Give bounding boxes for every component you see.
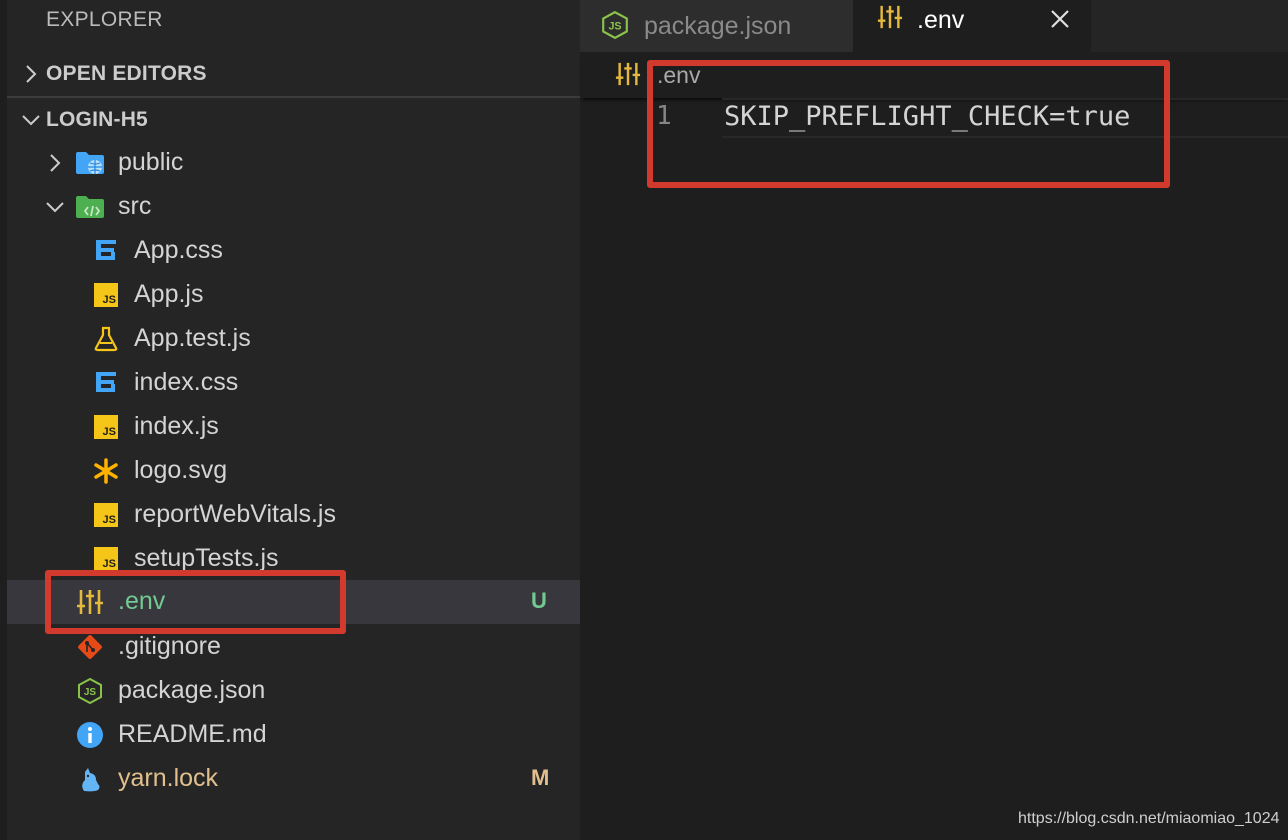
close-icon[interactable]	[1049, 8, 1071, 35]
tree-item-label: index.js	[134, 412, 219, 440]
tree-item-label: logo.svg	[134, 456, 228, 484]
chevron-down-icon	[22, 115, 40, 126]
git-icon	[75, 633, 105, 661]
open-editors-label: OPEN EDITORS	[46, 62, 207, 85]
tree-item-yarn-lock[interactable]: yarn.lock M	[7, 757, 580, 801]
code-line[interactable]: SKIP_PREFLIGHT_CHECK=true	[724, 101, 1130, 132]
js-icon: JS	[91, 545, 121, 573]
project-section-header[interactable]: LOGIN-H5	[7, 98, 580, 142]
tree-item-app-js[interactable]: JS App.js	[7, 273, 580, 317]
git-modified-badge: M	[531, 765, 550, 790]
tree-item-index-js[interactable]: JS index.js	[7, 405, 580, 449]
env-settings-icon	[615, 61, 641, 92]
test-flask-icon	[91, 325, 121, 353]
chevron-down-icon	[46, 202, 64, 213]
js-icon: JS	[91, 281, 121, 309]
editor-tab-bar: JS package.json .env	[580, 0, 1288, 52]
env-settings-icon	[75, 588, 105, 616]
tree-item-readme-md[interactable]: README.md	[7, 713, 580, 757]
css-icon	[91, 369, 121, 397]
breadcrumb[interactable]: .env	[657, 62, 700, 89]
project-label: LOGIN-H5	[46, 108, 148, 131]
activity-bar-edge	[0, 0, 7, 840]
tree-item-label: src	[118, 192, 152, 220]
info-icon	[75, 721, 105, 749]
tree-item-label: App.test.js	[134, 324, 251, 352]
tab-label: .env	[917, 6, 965, 34]
css-icon	[91, 237, 121, 265]
folder-src-icon	[75, 193, 105, 221]
watermark: https://blog.csdn.net/miaomiao_1024	[1018, 810, 1280, 827]
explorer-sidebar: EXPLORER OPEN EDITORS LOGIN-H5 public sr…	[0, 0, 580, 840]
tree-item-report-web-vitals-js[interactable]: JS reportWebVitals.js	[7, 493, 580, 537]
tree-item-label: reportWebVitals.js	[134, 500, 336, 528]
svg-asterisk-icon	[91, 457, 121, 485]
tab-package-json[interactable]: JS package.json	[580, 0, 853, 52]
open-editors-section-header[interactable]: OPEN EDITORS	[7, 52, 580, 96]
yarn-cat-icon	[75, 765, 105, 793]
tree-item-label: App.js	[134, 280, 204, 308]
tree-item-label: yarn.lock	[118, 764, 219, 792]
tree-item-label: README.md	[118, 720, 267, 748]
tab-label: package.json	[644, 11, 792, 40]
tab-env[interactable]: .env	[853, 0, 1091, 52]
tree-item-app-test-js[interactable]: App.test.js	[7, 317, 580, 361]
tree-item-index-css[interactable]: index.css	[7, 361, 580, 405]
git-untracked-badge: U	[531, 588, 547, 613]
chevron-right-icon	[26, 65, 37, 83]
chevron-right-icon	[50, 154, 61, 172]
folder-public-icon	[75, 149, 105, 177]
svg-text:JS: JS	[608, 20, 621, 32]
js-icon: JS	[91, 501, 121, 529]
tree-item-env[interactable]: .env U	[7, 580, 580, 624]
tree-item-src[interactable]: src	[7, 185, 580, 229]
tree-item-label: .gitignore	[118, 632, 221, 660]
svg-text:JS: JS	[84, 687, 97, 698]
tree-item-app-css[interactable]: App.css	[7, 229, 580, 273]
tree-item-label: package.json	[118, 676, 266, 704]
tree-item-label: App.css	[134, 236, 223, 264]
tree-item-logo-svg[interactable]: logo.svg	[7, 449, 580, 493]
tree-item-label: index.css	[134, 368, 239, 396]
tree-item-setup-tests-js[interactable]: JS setupTests.js	[7, 537, 580, 581]
explorer-title: EXPLORER	[46, 8, 163, 31]
nodejs-icon: JS	[75, 677, 105, 705]
tree-item-label: .env	[118, 587, 166, 615]
tree-item-public[interactable]: public	[7, 141, 580, 185]
js-icon: JS	[91, 413, 121, 441]
tree-item-package-json[interactable]: JS package.json	[7, 669, 580, 713]
env-settings-icon	[877, 4, 903, 35]
tree-item-label: public	[118, 148, 184, 176]
line-number: 1	[656, 101, 672, 131]
tree-item-label: setupTests.js	[134, 544, 279, 572]
nodejs-icon: JS	[600, 10, 630, 45]
tree-item-gitignore[interactable]: .gitignore	[7, 625, 580, 669]
